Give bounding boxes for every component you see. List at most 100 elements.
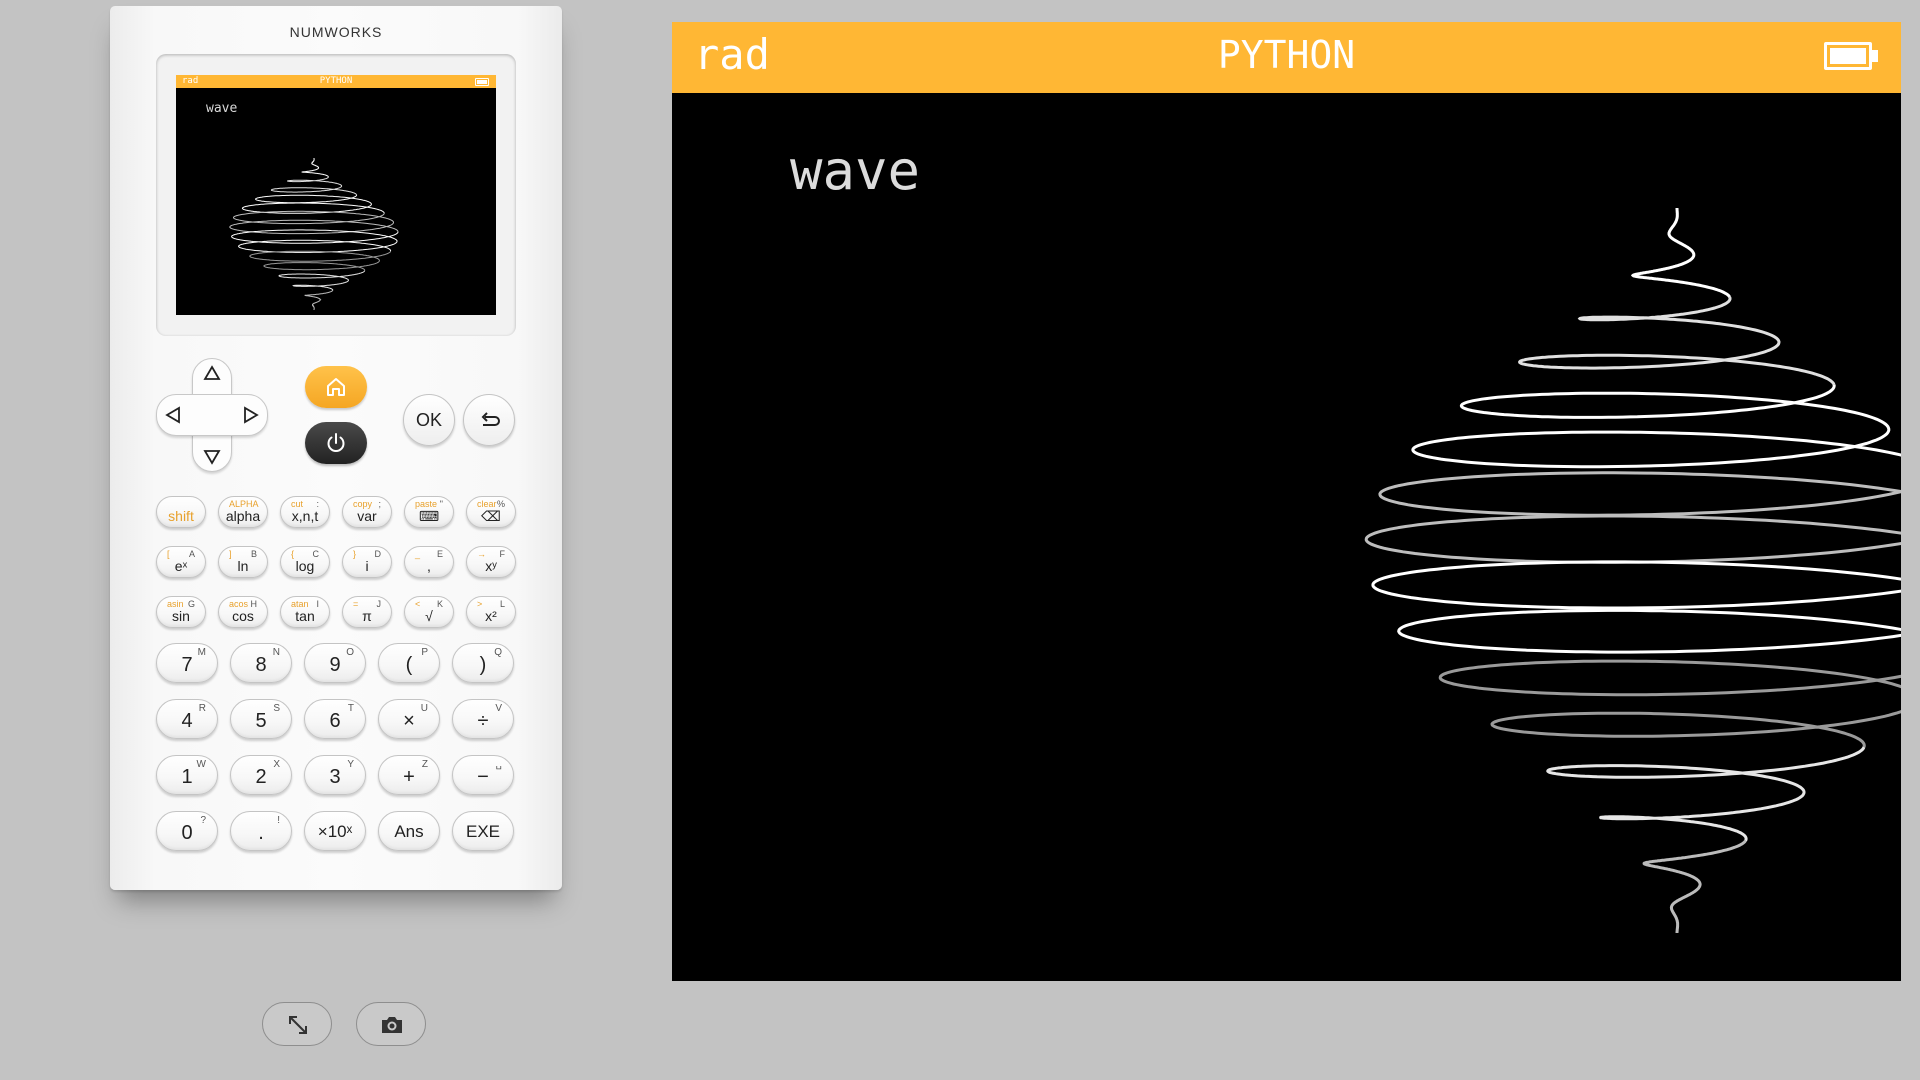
key-1-5[interactable]: xʸ → F (466, 546, 516, 578)
key-Ans[interactable]: Ans (378, 811, 440, 851)
key-main-label: Ans (394, 822, 424, 841)
brand-label: NUMWORKS (289, 24, 383, 40)
power-button[interactable] (305, 422, 367, 464)
key-0-1[interactable]: alpha ALPHA (218, 496, 268, 528)
key-5[interactable]: 5S (230, 699, 292, 739)
key-2-5[interactable]: x² > L (466, 596, 516, 628)
key-×[interactable]: × U (378, 699, 440, 739)
ok-button[interactable]: OK (403, 394, 455, 446)
key-3[interactable]: 3Y (304, 755, 366, 795)
dpad-down-arrow-icon[interactable] (202, 446, 222, 466)
key-alpha-label: A (188, 549, 195, 559)
wave-segment (304, 290, 333, 310)
key-secondary-label: } (353, 549, 357, 559)
key-main-label: , (427, 558, 431, 574)
key-1[interactable]: 1W (156, 755, 218, 795)
home-button[interactable] (305, 366, 367, 408)
key-secondary-label: cut (291, 499, 304, 509)
key-alpha-label: ? (200, 815, 206, 826)
wave-segment (1438, 659, 1901, 748)
dpad-right-arrow-icon[interactable] (240, 405, 260, 425)
dpad-left-arrow-icon[interactable] (164, 405, 184, 425)
wave-plot (1364, 208, 1901, 933)
key-alpha-label: K (436, 599, 443, 609)
home-icon (327, 378, 345, 396)
wave-segment (1642, 839, 1747, 933)
key-1-2[interactable]: log{C (280, 546, 330, 578)
wave-segment (1630, 208, 1731, 298)
key-4[interactable]: 4R (156, 699, 218, 739)
key-EXE[interactable]: EXE (452, 811, 514, 851)
key-main-label: eˣ (174, 558, 188, 574)
wave-segment (278, 270, 366, 291)
screenshot-button[interactable] (356, 1002, 426, 1046)
key-0[interactable]: 0? (156, 811, 218, 851)
key-2[interactable]: 2X (230, 755, 292, 795)
key-0-0[interactable]: shift (156, 496, 206, 528)
fullscreen-icon (289, 1016, 307, 1034)
key-alpha-label: E (436, 549, 443, 559)
key-secondary-label: = (353, 599, 359, 609)
key-alpha-label: % (496, 499, 505, 509)
key-2-4[interactable]: √ < K (404, 596, 454, 628)
mini-status-bar: rad PYTHON (176, 75, 496, 88)
key-1-0[interactable]: eˣ [ A (156, 546, 206, 578)
key-main-label: i (365, 558, 369, 574)
key-2-2[interactable]: tan atan I (280, 596, 330, 628)
key-÷[interactable]: ÷ V (452, 699, 514, 739)
key-main-label: var (357, 508, 377, 524)
back-arrow-icon (481, 412, 500, 426)
back-button[interactable] (463, 394, 515, 446)
ok-label: OK (415, 410, 442, 430)
key-secondary-label: < (415, 599, 421, 609)
key-main-label: ln (237, 558, 249, 574)
key-2-3[interactable]: π = J (342, 596, 392, 628)
key-main-label: 0 (181, 822, 193, 844)
key-−[interactable]: − ␣ (452, 755, 514, 795)
key-alpha-label: U (420, 703, 428, 714)
key-main-label: 7 (181, 654, 193, 676)
key-8[interactable]: 8N (230, 643, 292, 683)
key-main-label: 1 (181, 766, 193, 788)
key-0-3[interactable]: var copy; (342, 496, 392, 528)
key-6[interactable]: 6T (304, 699, 366, 739)
key-1-1[interactable]: ln] B (218, 546, 268, 578)
key-0-4[interactable]: ⌨ paste " (404, 496, 454, 528)
camera-icon (382, 1017, 402, 1033)
key-1-3[interactable]: i} D (342, 546, 392, 578)
key-9[interactable]: 9O (304, 643, 366, 683)
key-alpha-label: H (250, 599, 258, 609)
key-secondary-label: [ (167, 549, 170, 559)
key-.[interactable]: .! (230, 811, 292, 851)
key-alpha-label: Z (421, 759, 428, 770)
key-secondary-label: asin (167, 599, 184, 609)
large-display: rad PYTHON wave (672, 22, 1901, 981)
key-1-4[interactable]: , _ E (404, 546, 454, 578)
key-main-label: EXE (465, 822, 501, 841)
dpad-up-arrow-icon[interactable] (202, 364, 222, 384)
key-)[interactable]: ) Q (452, 643, 514, 683)
app-title: PYTHON (1217, 33, 1356, 77)
key-2-0[interactable]: sin asin G (156, 596, 206, 628)
key-×10ˣ[interactable]: ×10ˣ (304, 811, 366, 851)
key-0-5[interactable]: ⌫ clear% (466, 496, 516, 528)
key-0-2[interactable]: x,n,t cut: (280, 496, 330, 528)
key-alpha-label: R (198, 703, 206, 714)
key-secondary-label: clear (477, 499, 497, 509)
key-main-label: alpha (225, 508, 261, 524)
key-secondary-label: > (477, 599, 483, 609)
key-alpha-label: B (250, 549, 257, 559)
mini-battery-icon (475, 78, 489, 86)
key-+[interactable]: + Z (378, 755, 440, 795)
key-([interactable]: (P (378, 643, 440, 683)
key-2-1[interactable]: cos acos H (218, 596, 268, 628)
mini-app-title: PYTHON (319, 76, 353, 86)
wave-segment (1411, 384, 1901, 469)
key-7[interactable]: 7M (156, 643, 218, 683)
key-main-label: sin (172, 608, 190, 624)
wave-segment (1546, 746, 1866, 842)
key-secondary-label: _ (415, 549, 421, 559)
key-alpha-label: N (272, 647, 280, 658)
key-main-label: ) (479, 654, 487, 676)
fullscreen-button[interactable] (262, 1002, 332, 1046)
